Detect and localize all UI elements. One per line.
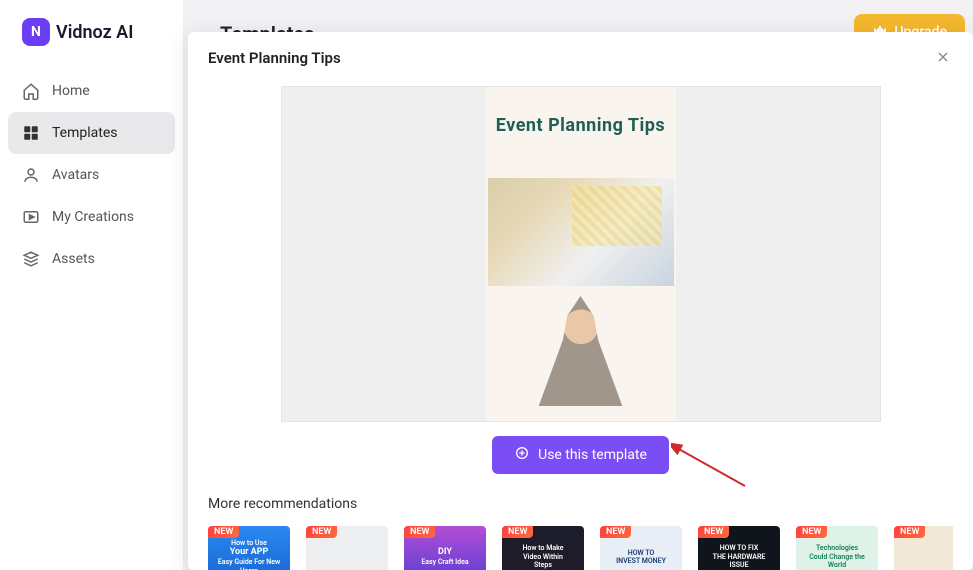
sidebar: N Vidnoz AI Home Templates Avatars My C: [0, 0, 184, 570]
new-badge: NEW: [600, 526, 631, 538]
preview-meeting-image: [488, 178, 674, 286]
recommendation-thumb[interactable]: NEW Technologies Could Change the World: [796, 526, 878, 570]
avatars-icon: [22, 166, 40, 184]
sidebar-item-creations[interactable]: My Creations: [8, 196, 175, 238]
use-template-button[interactable]: Use this template: [492, 436, 669, 474]
template-preview-modal: Event Planning Tips Event Planning Tips …: [188, 32, 973, 570]
recommendation-thumb[interactable]: NEW: [306, 526, 388, 570]
sidebar-item-label: Home: [52, 83, 90, 99]
recommendation-list: NEW How to Use Your APP Easy Guide For N…: [208, 526, 953, 570]
sidebar-item-templates[interactable]: Templates: [8, 112, 175, 154]
template-preview: Event Planning Tips: [281, 86, 881, 422]
brand-mark-icon: N: [22, 18, 50, 46]
new-badge: NEW: [306, 526, 337, 538]
new-badge: NEW: [502, 526, 533, 538]
brand-name: Vidnoz AI: [56, 22, 133, 43]
templates-icon: [22, 124, 40, 142]
recommendation-thumb[interactable]: NEW: [894, 526, 953, 570]
sidebar-item-label: Templates: [52, 125, 118, 141]
more-recommendations-title: More recommendations: [208, 496, 953, 512]
new-badge: NEW: [208, 526, 239, 538]
sidebar-item-avatars[interactable]: Avatars: [8, 154, 175, 196]
sidebar-item-assets[interactable]: Assets: [8, 238, 175, 280]
sidebar-item-home[interactable]: Home: [8, 70, 175, 112]
new-badge: NEW: [698, 526, 729, 538]
preview-portrait-frame: Event Planning Tips: [486, 87, 676, 421]
close-icon: [935, 46, 951, 70]
modal-title: Event Planning Tips: [208, 49, 341, 67]
modal-header: Event Planning Tips: [188, 32, 973, 78]
recommendation-thumb[interactable]: NEW DIY Easy Craft Idea: [404, 526, 486, 570]
brand-logo[interactable]: N Vidnoz AI: [0, 16, 183, 70]
sidebar-item-label: Assets: [52, 251, 95, 267]
home-icon: [22, 82, 40, 100]
new-badge: NEW: [796, 526, 827, 538]
preview-title: Event Planning Tips: [496, 115, 665, 136]
use-template-label: Use this template: [538, 447, 647, 463]
creations-icon: [22, 208, 40, 226]
avatar-figure: [526, 296, 636, 406]
close-button[interactable]: [933, 48, 953, 68]
new-badge: NEW: [404, 526, 435, 538]
sidebar-item-label: Avatars: [52, 167, 99, 183]
sidebar-nav: Home Templates Avatars My Creations Asse…: [0, 70, 183, 280]
sidebar-item-label: My Creations: [52, 209, 134, 225]
recommendation-thumb[interactable]: NEW How to Use Your APP Easy Guide For N…: [208, 526, 290, 570]
recommendation-thumb[interactable]: NEW HOW TO INVEST MONEY: [600, 526, 682, 570]
preview-avatar-image: [516, 286, 646, 406]
recommendation-thumb[interactable]: NEW How to Make Video Within Steps: [502, 526, 584, 570]
recommendation-thumb[interactable]: NEW HOW TO FIX THE HARDWARE ISSUE: [698, 526, 780, 570]
new-badge: NEW: [894, 526, 925, 538]
assets-icon: [22, 250, 40, 268]
sparkle-icon: [514, 445, 530, 465]
more-recommendations: More recommendations NEW How to Use Your…: [188, 474, 973, 570]
